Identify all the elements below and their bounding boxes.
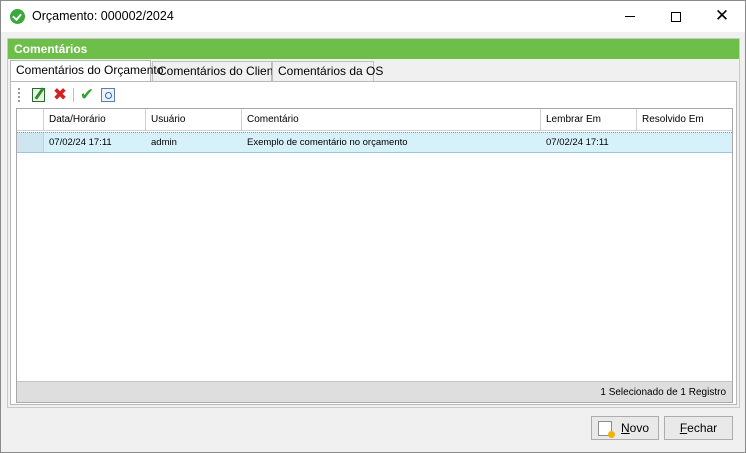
- tab-comentarios-cliente[interactable]: Comentários do Cliente: [152, 61, 283, 81]
- app-logo-icon: [10, 9, 25, 24]
- column-header-lembrar-em[interactable]: Lembrar Em: [541, 109, 637, 131]
- tab-content: ✖ ✔ Data/Horário Usuário Comentário Lemb…: [10, 81, 737, 405]
- confirm-icon: ✔: [79, 84, 95, 105]
- column-header-resolvido-em[interactable]: Resolvido Em: [637, 109, 732, 131]
- tab-comentarios-orcamento[interactable]: Comentários do Orçamento: [10, 60, 163, 81]
- column-header-data-horario[interactable]: Data/Horário: [44, 109, 146, 131]
- toolbar-grip[interactable]: [18, 88, 20, 102]
- novo-button[interactable]: Novo: [591, 416, 659, 440]
- title-bar[interactable]: Orçamento: 000002/2024 ✕: [1, 1, 745, 32]
- cell-resolvido-em[interactable]: [637, 133, 732, 152]
- cell-comentario[interactable]: Exemplo de comentário no orçamento: [242, 133, 541, 152]
- cell-data-horario[interactable]: 07/02/24 17:11: [44, 133, 146, 152]
- maximize-icon: [671, 11, 681, 22]
- minimize-icon: [625, 16, 635, 17]
- comments-grid: Data/Horário Usuário Comentário Lembrar …: [16, 108, 733, 403]
- panel-header: Comentários: [8, 39, 739, 59]
- delete-button[interactable]: ✖: [51, 86, 69, 104]
- grid-header: Data/Horário Usuário Comentário Lembrar …: [17, 109, 732, 131]
- new-document-icon: [598, 420, 615, 438]
- row-indicator-header: [17, 109, 44, 130]
- close-button[interactable]: ✕: [699, 1, 745, 32]
- fechar-button[interactable]: Fechar: [664, 416, 733, 440]
- column-header-comentario[interactable]: Comentário: [242, 109, 541, 131]
- view-button[interactable]: [99, 86, 117, 104]
- cell-usuario[interactable]: admin: [146, 133, 242, 152]
- edit-icon: [31, 88, 45, 102]
- toolbar-separator: [73, 88, 74, 102]
- cell-lembrar-em[interactable]: 07/02/24 17:11: [541, 133, 637, 152]
- column-header-usuario[interactable]: Usuário: [146, 109, 242, 131]
- confirm-button[interactable]: ✔: [78, 86, 96, 104]
- comments-panel: Comentários Comentários do Orçamento Com…: [7, 38, 740, 408]
- row-indicator[interactable]: [17, 133, 44, 152]
- grid-status-bar: 1 Selecionado de 1 Registro: [17, 381, 732, 402]
- selection-count: 1 Selecionado de 1 Registro: [600, 387, 726, 398]
- novo-button-label: Novo: [621, 421, 650, 435]
- fechar-button-label: Fechar: [679, 421, 718, 435]
- delete-icon: ✖: [52, 84, 68, 105]
- grid-toolbar: ✖ ✔: [15, 84, 715, 106]
- view-icon: [101, 88, 115, 102]
- table-row[interactable]: 07/02/24 17:11 admin Exemplo de comentár…: [17, 132, 732, 153]
- maximize-button[interactable]: [653, 1, 699, 32]
- minimize-button[interactable]: [607, 1, 653, 32]
- window-title: Orçamento: 000002/2024: [32, 9, 174, 23]
- dialog-window: Orçamento: 000002/2024 ✕ Comentários Com…: [0, 0, 746, 453]
- edit-button[interactable]: [29, 86, 47, 104]
- close-icon: ✕: [714, 6, 730, 26]
- tab-comentarios-os[interactable]: Comentários da OS: [272, 61, 383, 81]
